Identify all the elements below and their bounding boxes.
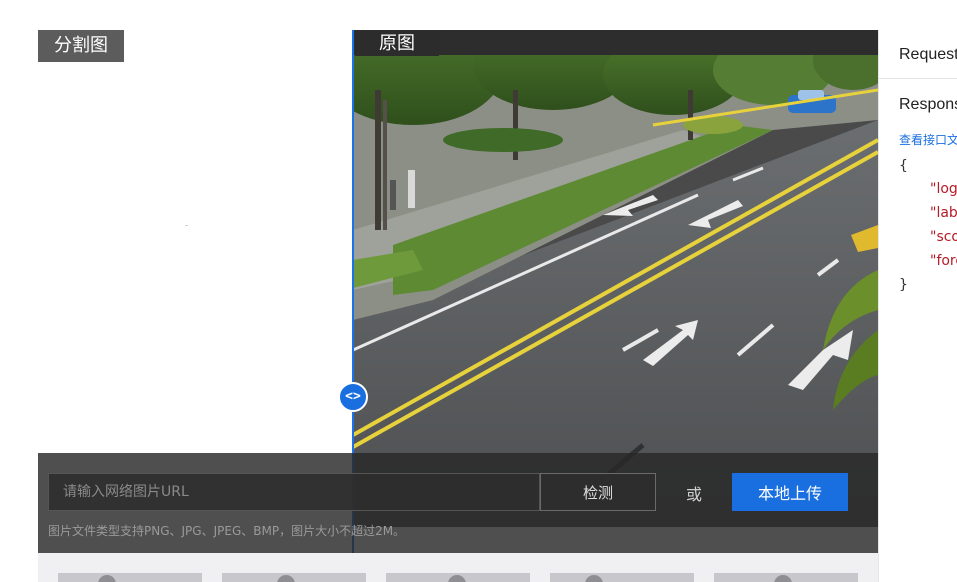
sample-thumbnail[interactable] [222, 573, 366, 582]
local-upload-button[interactable]: 本地上传 [732, 473, 848, 511]
file-format-hint: 图片文件类型支持PNG、JPG、JPEG、BMP，图片大小不超过2M。 [48, 524, 406, 538]
api-code-panel: Request Respons 查看接口文 { "log_ "labe "sco… [878, 30, 957, 582]
or-label: 或 [686, 485, 703, 504]
sample-thumbnail[interactable] [714, 573, 858, 582]
json-key: "sco [930, 229, 957, 245]
segmentation-demo: 分割图 原图 <> 检测 或 本地上传 图片文件类型支持PNG、JPG、JPEG… [0, 0, 957, 582]
json-key: "fore [930, 253, 957, 269]
json-open-brace: { [899, 158, 908, 174]
original-label: 原图 [355, 30, 439, 56]
json-key: "labe [930, 205, 957, 221]
sample-thumbnails [38, 553, 878, 582]
detect-button[interactable]: 检测 [540, 473, 656, 511]
sample-thumbnail[interactable] [550, 573, 694, 582]
segmentation-artifact [185, 225, 188, 226]
tab-request[interactable]: Request [899, 46, 957, 64]
json-close-brace: } [899, 277, 908, 293]
tab-divider [879, 78, 957, 79]
segmentation-label: 分割图 [38, 30, 124, 62]
sample-thumbnail[interactable] [386, 573, 530, 582]
json-key: "log_ [930, 181, 957, 197]
tab-response[interactable]: Respons [899, 96, 957, 114]
left-right-arrows-icon[interactable]: <> [338, 382, 368, 412]
image-url-input[interactable] [48, 473, 540, 511]
sample-thumbnail[interactable] [58, 573, 202, 582]
api-doc-link[interactable]: 查看接口文 [899, 131, 957, 148]
